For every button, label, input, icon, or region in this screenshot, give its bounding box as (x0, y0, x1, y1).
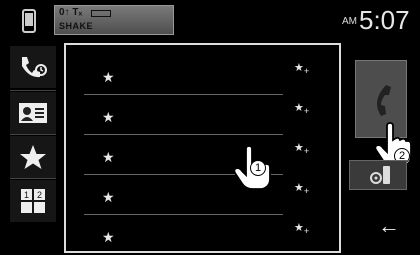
preset-star: ★ (102, 109, 115, 125)
divider (10, 134, 56, 135)
dial-pad-icon: 1 2 (21, 189, 45, 213)
divider (10, 178, 56, 179)
bluetooth-settings-button[interactable] (349, 160, 407, 190)
list-item[interactable]: ★ ★+ (66, 135, 339, 175)
carrier-name: SHAKE (59, 21, 94, 31)
list-item[interactable]: ★ ★+ (66, 175, 339, 215)
sidebar-item-presets[interactable] (10, 136, 56, 178)
phone-settings-icon (370, 166, 390, 184)
preset-register-icon[interactable]: ★+ (294, 181, 309, 196)
back-arrow-icon[interactable]: ← (378, 213, 400, 239)
divider (10, 90, 56, 91)
device-status-panel: 0↑ Tₓ SHAKE (54, 5, 174, 35)
clock: 5:07 (359, 5, 410, 35)
sidebar-item-call-history[interactable] (10, 46, 56, 88)
sidebar-item-dial[interactable]: 1 2 (10, 180, 56, 222)
preset-star: ★ (102, 189, 115, 205)
callout-badge: 1 (250, 160, 266, 176)
preset-list: ★ ★+ ★ ★+ ★ ★+ ★ ★+ ★ ★+ (64, 43, 341, 253)
preset-register-icon[interactable]: ★+ (294, 221, 309, 236)
list-item[interactable]: ★ ★+ (66, 55, 339, 95)
battery-icon (91, 10, 111, 17)
svg-text:2: 2 (37, 190, 42, 200)
contact-card-icon (19, 103, 47, 123)
preset-register-icon[interactable]: ★+ (294, 101, 309, 116)
phone-call-icon (22, 57, 47, 78)
handset-icon (377, 85, 391, 116)
ampm-indicator: AM (342, 16, 357, 27)
sidebar-item-phonebook[interactable] (10, 92, 56, 134)
phone-status-icon (22, 9, 36, 33)
status-bar: 0↑ Tₓ SHAKE AM 5:07 (0, 0, 420, 44)
preset-star: ★ (102, 229, 115, 245)
preset-register-icon[interactable]: ★+ (294, 61, 309, 76)
preset-star: ★ (102, 149, 115, 165)
signal-indicator: 0↑ Tₓ (59, 7, 83, 18)
preset-star: ★ (102, 69, 115, 85)
svg-text:1: 1 (24, 190, 29, 200)
star-icon (20, 145, 46, 169)
list-item[interactable]: ★ ★+ (66, 95, 339, 135)
list-item[interactable]: ★ ★+ (66, 215, 339, 255)
preset-register-icon[interactable]: ★+ (294, 141, 309, 156)
